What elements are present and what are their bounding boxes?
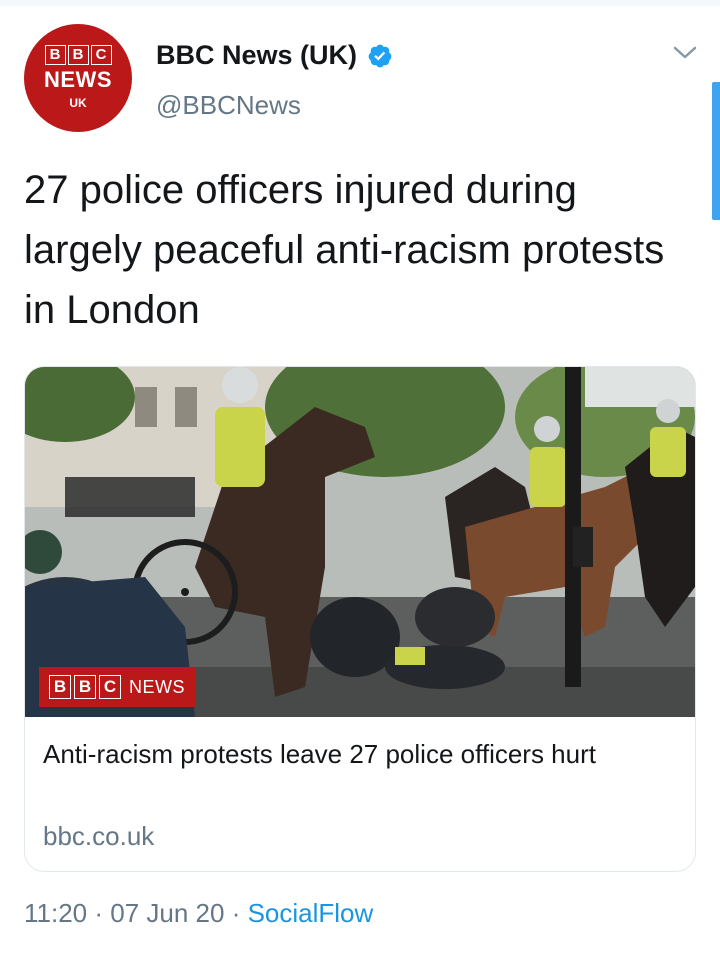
avatar-news-word: NEWS	[44, 66, 112, 92]
watermark-block: C	[99, 675, 121, 699]
top-bar	[0, 0, 720, 6]
protest-photo	[25, 367, 695, 717]
bbc-block: C	[90, 44, 112, 65]
meta-separator: ·	[224, 898, 248, 928]
card-domain: bbc.co.uk	[43, 821, 155, 851]
watermark-block: B	[74, 675, 96, 699]
watermark-news: NEWS	[129, 676, 185, 697]
bbc-block: B	[67, 44, 89, 65]
link-card[interactable]: B B C NEWS Anti-racism protests leave 27…	[24, 366, 696, 872]
tweet-date[interactable]: 07 Jun 20	[110, 898, 224, 928]
tweet-meta: 11:20 · 07 Jun 20 · SocialFlow	[24, 898, 373, 929]
card-title[interactable]: Anti-racism protests leave 27 police off…	[43, 733, 673, 775]
display-name[interactable]: BBC News (UK)	[156, 40, 393, 71]
bbc-block: B	[44, 44, 66, 65]
bbc-logo-blocks: B B C	[44, 44, 112, 65]
verified-badge-icon	[368, 44, 392, 67]
account-handle[interactable]: @BBCNews	[156, 90, 301, 121]
card-image[interactable]: B B C NEWS	[25, 367, 695, 717]
chevron-down-icon[interactable]	[672, 44, 698, 62]
watermark-block: B	[49, 675, 71, 699]
scroll-indicator[interactable]	[712, 82, 720, 220]
tweet-time[interactable]: 11:20	[24, 898, 87, 928]
meta-separator: ·	[87, 898, 111, 928]
tweet-text: 27 police officers injured during largel…	[24, 168, 665, 332]
bbc-news-watermark: B B C NEWS	[39, 667, 195, 707]
avatar[interactable]: B B C NEWS UK	[24, 24, 132, 132]
avatar-region: UK	[69, 95, 87, 110]
tweet-source[interactable]: SocialFlow	[248, 898, 374, 928]
display-name-text: BBC News (UK)	[156, 40, 358, 70]
